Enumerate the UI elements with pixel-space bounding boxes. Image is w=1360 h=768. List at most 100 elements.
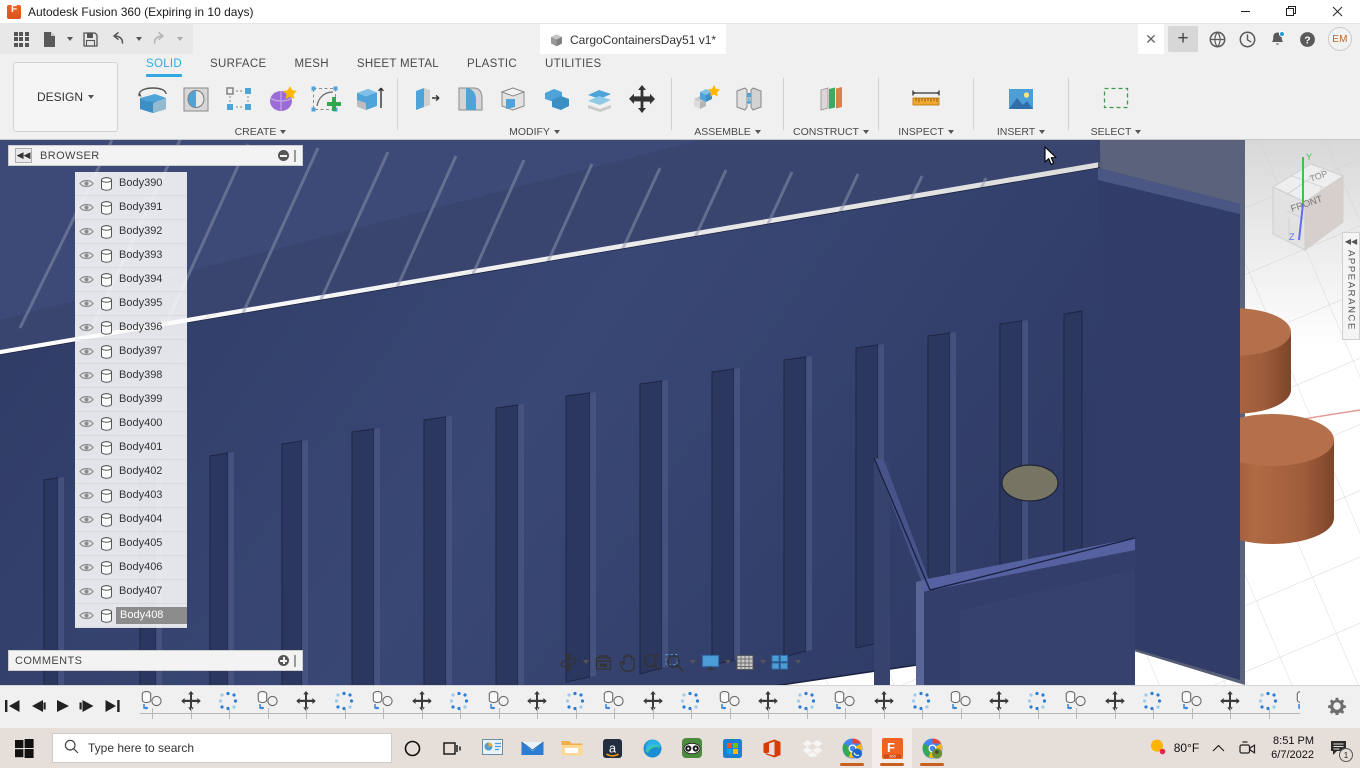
minimize-button[interactable] xyxy=(1222,0,1268,24)
combine-icon[interactable] xyxy=(536,79,576,119)
list-item[interactable]: Body404 xyxy=(75,508,187,532)
step-back-icon[interactable] xyxy=(25,690,50,722)
microsoft-edge-icon[interactable] xyxy=(632,728,672,768)
appearance-panel-tab[interactable]: ◀◀ APPEARANCE xyxy=(1342,232,1360,340)
undo-icon[interactable] xyxy=(105,26,131,52)
microsoft-office-icon[interactable] xyxy=(752,728,792,768)
dropbox-icon[interactable] xyxy=(792,728,832,768)
sketch-create-icon[interactable] xyxy=(133,79,173,119)
visibility-eye-icon[interactable] xyxy=(75,436,97,460)
timeline-track[interactable] xyxy=(140,688,1300,724)
file-explorer-icon[interactable] xyxy=(552,728,592,768)
visibility-eye-icon[interactable] xyxy=(75,460,97,484)
display-dropdown-caret[interactable] xyxy=(722,650,733,674)
visibility-eye-icon[interactable] xyxy=(75,196,97,220)
collapse-right-icon[interactable]: ◀◀ xyxy=(1345,237,1357,246)
joint-icon[interactable] xyxy=(729,79,769,119)
resize-grip-icon[interactable] xyxy=(294,150,296,162)
visibility-eye-icon[interactable] xyxy=(75,484,97,508)
offset-face-icon[interactable] xyxy=(579,79,619,119)
list-item[interactable]: Body399 xyxy=(75,388,187,412)
tab-plastic[interactable]: PLASTIC xyxy=(453,56,531,76)
close-window-button[interactable] xyxy=(1314,0,1360,24)
list-item[interactable]: Body407 xyxy=(75,580,187,604)
list-item[interactable]: Body405 xyxy=(75,532,187,556)
notification-bell-icon[interactable] xyxy=(1262,24,1292,54)
visibility-eye-icon[interactable] xyxy=(75,364,97,388)
list-item[interactable]: Body406 xyxy=(75,556,187,580)
step-forward-icon[interactable] xyxy=(75,690,100,722)
collapse-left-icon[interactable]: ◀◀ xyxy=(15,148,32,163)
panel-inspect-label[interactable]: INSPECT xyxy=(881,124,971,140)
grid-snaps-icon[interactable] xyxy=(733,650,757,674)
visibility-eye-icon[interactable] xyxy=(75,316,97,340)
list-item[interactable]: Body396 xyxy=(75,316,187,340)
user-avatar[interactable]: EM xyxy=(1328,27,1352,51)
weather-widget[interactable]: 80°F xyxy=(1143,738,1205,759)
look-at-icon[interactable] xyxy=(591,650,615,674)
press-pull-icon[interactable] xyxy=(407,79,447,119)
form-sculpt-icon[interactable] xyxy=(262,79,302,119)
insert-image-icon[interactable] xyxy=(1001,79,1041,119)
resize-grip-icon[interactable] xyxy=(294,655,296,667)
new-component-icon[interactable] xyxy=(686,79,726,119)
close-document-tab-button[interactable]: ✕ xyxy=(1138,24,1164,54)
task-view-icon[interactable] xyxy=(432,728,472,768)
list-item[interactable]: Body403 xyxy=(75,484,187,508)
viewport-3d[interactable] xyxy=(0,140,1360,685)
clock-widget[interactable]: 8:51 PM 6/7/2022 xyxy=(1263,728,1322,768)
timeline-settings-gear-icon[interactable] xyxy=(1328,697,1346,715)
microsoft-store-icon[interactable] xyxy=(712,728,752,768)
comments-panel-header[interactable]: COMMENTS xyxy=(8,650,303,671)
redo-dropdown-caret[interactable] xyxy=(174,26,185,52)
select-window-icon[interactable] xyxy=(1096,79,1136,119)
save-icon[interactable] xyxy=(77,26,103,52)
panel-modify-label[interactable]: MODIFY xyxy=(400,124,669,140)
panel-select-label[interactable]: SELECT xyxy=(1071,124,1161,140)
panel-insert-label[interactable]: INSERT xyxy=(976,124,1066,140)
undo-dropdown-caret[interactable] xyxy=(133,26,144,52)
powerpoint-icon[interactable] xyxy=(472,728,512,768)
search-input[interactable]: Type here to search xyxy=(52,733,392,763)
panel-construct-label[interactable]: CONSTRUCT xyxy=(786,124,876,140)
visibility-eye-icon[interactable] xyxy=(75,292,97,316)
list-item[interactable]: Body391 xyxy=(75,196,187,220)
visibility-eye-icon[interactable] xyxy=(75,340,97,364)
visibility-eye-icon[interactable] xyxy=(75,388,97,412)
maximize-button[interactable] xyxy=(1268,0,1314,24)
orbit-icon[interactable] xyxy=(556,650,580,674)
visibility-eye-icon[interactable] xyxy=(75,556,97,580)
list-item[interactable]: Body400 xyxy=(75,412,187,436)
chrome-profile-icon[interactable] xyxy=(912,728,952,768)
measure-ruler-icon[interactable] xyxy=(906,79,946,119)
orbit-dropdown-caret[interactable] xyxy=(580,650,591,674)
visibility-eye-icon[interactable] xyxy=(75,244,97,268)
list-item[interactable]: Body397 xyxy=(75,340,187,364)
app-grid-icon[interactable] xyxy=(8,26,34,52)
visibility-eye-icon[interactable] xyxy=(75,508,97,532)
tab-sheet-metal[interactable]: SHEET METAL xyxy=(343,56,453,76)
offset-plane-icon[interactable] xyxy=(811,79,851,119)
panel-assemble-label[interactable]: ASSEMBLE xyxy=(674,124,781,140)
fillet-icon[interactable] xyxy=(450,79,490,119)
play-icon[interactable] xyxy=(50,690,75,722)
globe-icon[interactable] xyxy=(1202,24,1232,54)
display-settings-icon[interactable] xyxy=(698,650,722,674)
document-tab[interactable]: CargoContainersDay51 v1* xyxy=(540,24,726,54)
zoom-icon[interactable] xyxy=(639,650,663,674)
chrome-icon[interactable] xyxy=(832,728,872,768)
visibility-eye-icon[interactable] xyxy=(75,172,97,196)
visibility-eye-icon[interactable] xyxy=(75,532,97,556)
list-item[interactable]: Body394 xyxy=(75,268,187,292)
fit-view-icon[interactable] xyxy=(663,650,687,674)
tab-solid[interactable]: SOLID xyxy=(132,56,196,76)
skip-to-end-icon[interactable] xyxy=(100,690,125,722)
add-comment-icon[interactable] xyxy=(278,655,289,666)
redo-icon[interactable] xyxy=(146,26,172,52)
fusion360-icon[interactable]: F360 xyxy=(872,728,912,768)
copy-paste-body-icon[interactable] xyxy=(1295,690,1300,712)
extrude-icon[interactable] xyxy=(348,79,388,119)
list-item[interactable]: Body402 xyxy=(75,460,187,484)
list-item[interactable]: Body395 xyxy=(75,292,187,316)
viewport-dropdown-caret[interactable] xyxy=(792,650,803,674)
